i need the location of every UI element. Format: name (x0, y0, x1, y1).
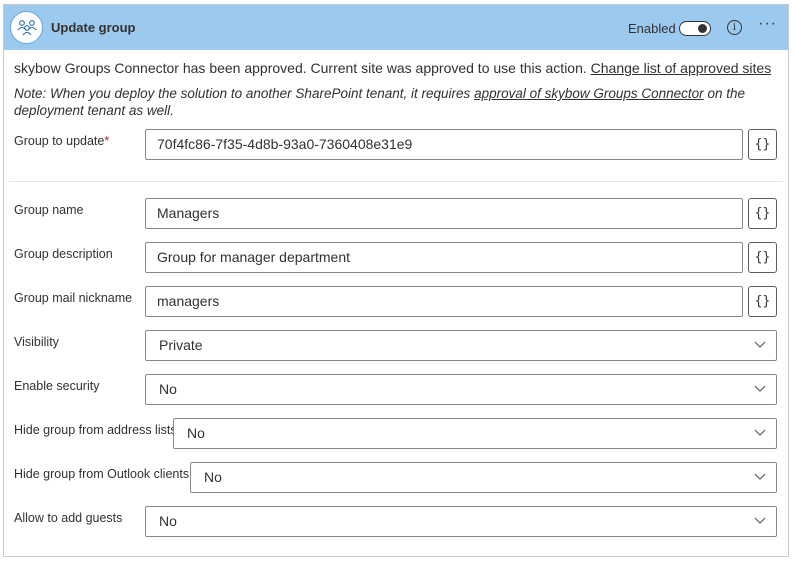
group-to-update-input[interactable]: 70f4fc86-7f35-4d8b-93a0-7360408e31e9 (145, 129, 743, 160)
hide-address-lists-value: No (187, 425, 205, 441)
divider (9, 181, 783, 182)
approval-message: skybow Groups Connector has been approve… (14, 60, 771, 76)
chevron-down-icon (754, 517, 766, 524)
expression-button[interactable]: {} (748, 286, 777, 317)
expression-button[interactable]: {} (748, 198, 777, 229)
approval-link[interactable]: approval of skybow Groups Connector (474, 86, 704, 101)
chevron-down-icon (754, 341, 766, 348)
enable-security-value: No (159, 381, 177, 397)
enabled-label: Enabled (628, 21, 676, 36)
enable-security-dropdown[interactable]: No (145, 374, 777, 405)
group-to-update-label-text: Group to update (14, 134, 105, 148)
group-name-label: Group name (14, 203, 84, 217)
visibility-dropdown[interactable]: Private (145, 330, 777, 361)
chevron-down-icon (754, 473, 766, 480)
expression-button[interactable]: {} (748, 129, 777, 160)
toggle-knob (698, 24, 707, 33)
visibility-label: Visibility (14, 335, 59, 349)
hide-outlook-dropdown[interactable]: No (190, 462, 777, 493)
required-mark: * (104, 134, 110, 148)
group-to-update-label: Group to update* (14, 134, 109, 148)
approval-text: skybow Groups Connector has been approve… (14, 60, 587, 76)
group-mail-nickname-input[interactable]: managers (145, 286, 743, 317)
group-name-input[interactable]: Managers (145, 198, 743, 229)
group-mail-nickname-label: Group mail nickname (14, 291, 133, 305)
enable-security-label: Enable security (14, 379, 100, 393)
deployment-note: Note: When you deploy the solution to an… (14, 85, 779, 119)
allow-guests-label: Allow to add guests (14, 511, 123, 525)
hide-address-lists-label: Hide group from address lists (14, 423, 177, 437)
group-description-input[interactable]: Group for manager department (145, 242, 743, 273)
hide-outlook-label: Hide group from Outlook clients (14, 467, 190, 481)
group-description-label: Group description (14, 247, 113, 261)
group-icon (10, 11, 43, 44)
info-icon[interactable]: i (727, 20, 742, 35)
allow-guests-dropdown[interactable]: No (145, 506, 777, 537)
chevron-down-icon (754, 385, 766, 392)
enabled-toggle[interactable] (679, 21, 711, 36)
hide-address-lists-dropdown[interactable]: No (173, 418, 777, 449)
allow-guests-value: No (159, 513, 177, 529)
note-text: Note: When you deploy the solution to an… (14, 86, 471, 101)
panel-title: Update group (51, 20, 136, 35)
hide-outlook-value: No (204, 469, 222, 485)
visibility-value: Private (159, 337, 203, 353)
update-group-panel: Update group Enabled i ··· skybow Groups… (3, 4, 789, 557)
panel-header: Update group Enabled i ··· (4, 5, 788, 50)
change-approved-sites-link[interactable]: Change list of approved sites (591, 60, 772, 76)
more-icon[interactable]: ··· (758, 15, 777, 33)
expression-button[interactable]: {} (748, 242, 777, 273)
chevron-down-icon (754, 429, 766, 436)
